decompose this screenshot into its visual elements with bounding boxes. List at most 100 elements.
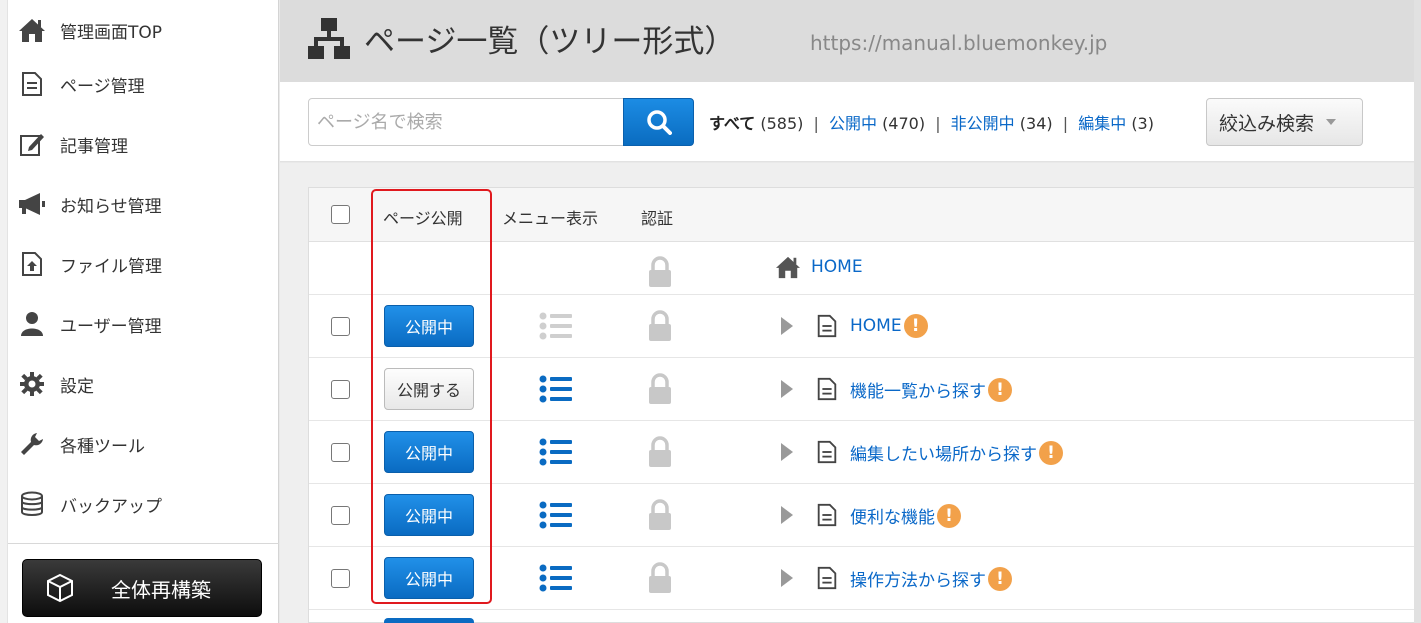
sidebar-item-label: 管理画面TOP (60, 22, 163, 43)
sidebar-strip (0, 0, 8, 623)
file-upload-icon (18, 250, 46, 278)
lock-icon[interactable] (647, 499, 673, 535)
table-row: 公開中 編集したい場所から探す ! (309, 421, 1421, 484)
expand-arrow-icon[interactable] (781, 569, 793, 587)
home-icon (775, 255, 801, 283)
publish-action-button[interactable]: 公開する (384, 368, 474, 410)
page-link[interactable]: 操作方法から探す ! (850, 566, 1012, 591)
caret-down-icon (1326, 119, 1337, 125)
lock-icon[interactable] (647, 310, 673, 346)
sidebar-item-label: バックアップ (60, 496, 162, 517)
publish-status-button[interactable]: 公開中 (384, 305, 474, 347)
sidebar-item-label: ページ管理 (60, 76, 145, 97)
sidebar-item-label: ユーザー管理 (60, 316, 162, 337)
narrow-search-label: 絞込み検索 (1219, 112, 1315, 135)
sidebar: 管理画面TOP ページ管理 記事管理 お知らせ管理 ファイル管理 ユーザー管理 (0, 0, 279, 623)
scrollbar[interactable] (1414, 0, 1421, 623)
sidebar-item-admin-top[interactable]: 管理画面TOP (8, 0, 278, 60)
sidebar-item-settings[interactable]: 設定 (8, 354, 278, 414)
filter-unpublished-link[interactable]: 非公開中 (951, 114, 1015, 133)
filter-separator: | (935, 114, 941, 133)
page-link-label: 操作方法から探す (850, 571, 986, 591)
sidebar-item-users[interactable]: ユーザー管理 (8, 294, 278, 354)
sidebar-item-pages[interactable]: ページ管理 (8, 54, 278, 114)
wrench-icon (18, 430, 46, 458)
warning-icon: ! (903, 314, 928, 338)
page-link[interactable]: 便利な機能 ! (850, 503, 961, 528)
header-auth: 認証 (641, 209, 674, 228)
expand-arrow-icon[interactable] (781, 380, 793, 398)
sidebar-divider (8, 543, 279, 544)
expand-arrow-icon[interactable] (781, 443, 793, 461)
filter-editing-count: (3) (1131, 114, 1154, 133)
publish-status-button[interactable]: 公開中 (384, 557, 474, 599)
row-checkbox[interactable] (331, 380, 350, 399)
publish-status-button[interactable]: 公開中 (384, 431, 474, 473)
filter-separator: | (1062, 114, 1069, 133)
page-link[interactable]: HOME ! (850, 314, 928, 338)
sitemap-icon (306, 16, 352, 66)
filter-all-count: (585) (760, 114, 804, 133)
gear-icon (18, 370, 46, 398)
page-title: ページ一覧（ツリー形式） (364, 24, 736, 60)
cube-icon (45, 573, 75, 603)
table-row: 公開中 操作方法から探す ! (309, 547, 1421, 610)
lock-icon[interactable] (647, 436, 673, 472)
filter-published-count: (470) (882, 114, 926, 133)
select-all-checkbox[interactable] (331, 205, 350, 224)
publish-status-button-partial[interactable] (384, 618, 474, 623)
filter-published-link[interactable]: 公開中 (829, 114, 877, 133)
publish-status-button[interactable]: 公開中 (384, 494, 474, 536)
status-filters: すべて (585) | 公開中 (470) | 非公開中 (34) | 編集中 … (709, 110, 1154, 134)
table-row: 公開中 便利な機能 ! (309, 484, 1421, 547)
warning-icon: ! (1039, 440, 1063, 465)
warning-icon: ! (988, 566, 1012, 591)
expand-arrow-icon[interactable] (781, 506, 793, 524)
menu-list-icon[interactable] (539, 564, 573, 596)
menu-list-icon[interactable] (539, 312, 573, 344)
filter-editing-link[interactable]: 編集中 (1078, 114, 1126, 133)
database-icon (18, 490, 46, 518)
narrow-search-dropdown[interactable]: 絞込み検索 (1206, 98, 1363, 146)
page-icon (816, 566, 838, 594)
table-row: 公開する 機能一覧から探す ! (309, 358, 1421, 421)
filter-separator: | (813, 114, 819, 133)
sidebar-item-articles[interactable]: 記事管理 (8, 114, 278, 174)
row-checkbox[interactable] (331, 443, 350, 462)
filter-all-link[interactable]: すべて (709, 114, 755, 133)
menu-list-icon[interactable] (539, 438, 573, 470)
sidebar-item-tools[interactable]: 各種ツール (8, 414, 278, 474)
sidebar-item-label: 設定 (60, 376, 94, 397)
sidebar-item-files[interactable]: ファイル管理 (8, 234, 278, 294)
search-icon (646, 110, 672, 135)
table-row-root: HOME (309, 242, 1421, 295)
content-area: ページ公開 メニュー表示 認証 HOME 公開中 HOME ! 公開する 機能一… (280, 163, 1421, 623)
sidebar-item-news[interactable]: お知らせ管理 (8, 174, 278, 234)
root-home-link[interactable]: HOME (811, 257, 863, 277)
sidebar-item-backup[interactable]: バックアップ (8, 474, 278, 534)
filter-bar: すべて (585) | 公開中 (470) | 非公開中 (34) | 編集中 … (280, 82, 1421, 162)
row-checkbox[interactable] (331, 317, 350, 336)
page-link[interactable]: 編集したい場所から探す ! (850, 440, 1063, 465)
lock-icon[interactable] (647, 373, 673, 409)
rebuild-all-button[interactable]: 全体再構築 (22, 559, 262, 617)
row-checkbox[interactable] (331, 569, 350, 588)
warning-icon: ! (937, 503, 961, 528)
row-checkbox[interactable] (331, 506, 350, 525)
sidebar-item-label: 記事管理 (60, 136, 128, 157)
page-icon (816, 503, 838, 531)
page-link-label: HOME (850, 316, 902, 336)
megaphone-icon (18, 190, 46, 218)
lock-icon[interactable] (647, 562, 673, 598)
site-url: https://manual.bluemonkey.jp (810, 31, 1108, 55)
expand-arrow-icon[interactable] (781, 317, 793, 335)
menu-list-icon[interactable] (539, 501, 573, 533)
menu-list-icon[interactable] (539, 375, 573, 407)
page-link-label: 便利な機能 (850, 508, 935, 528)
search-input[interactable] (308, 98, 624, 146)
page-link-label: 編集したい場所から探す (850, 445, 1037, 465)
search-button[interactable] (623, 98, 694, 146)
sidebar-item-label: 各種ツール (60, 436, 145, 457)
page-link[interactable]: 機能一覧から探す ! (850, 377, 1012, 402)
header-menu-display: メニュー表示 (502, 209, 599, 228)
